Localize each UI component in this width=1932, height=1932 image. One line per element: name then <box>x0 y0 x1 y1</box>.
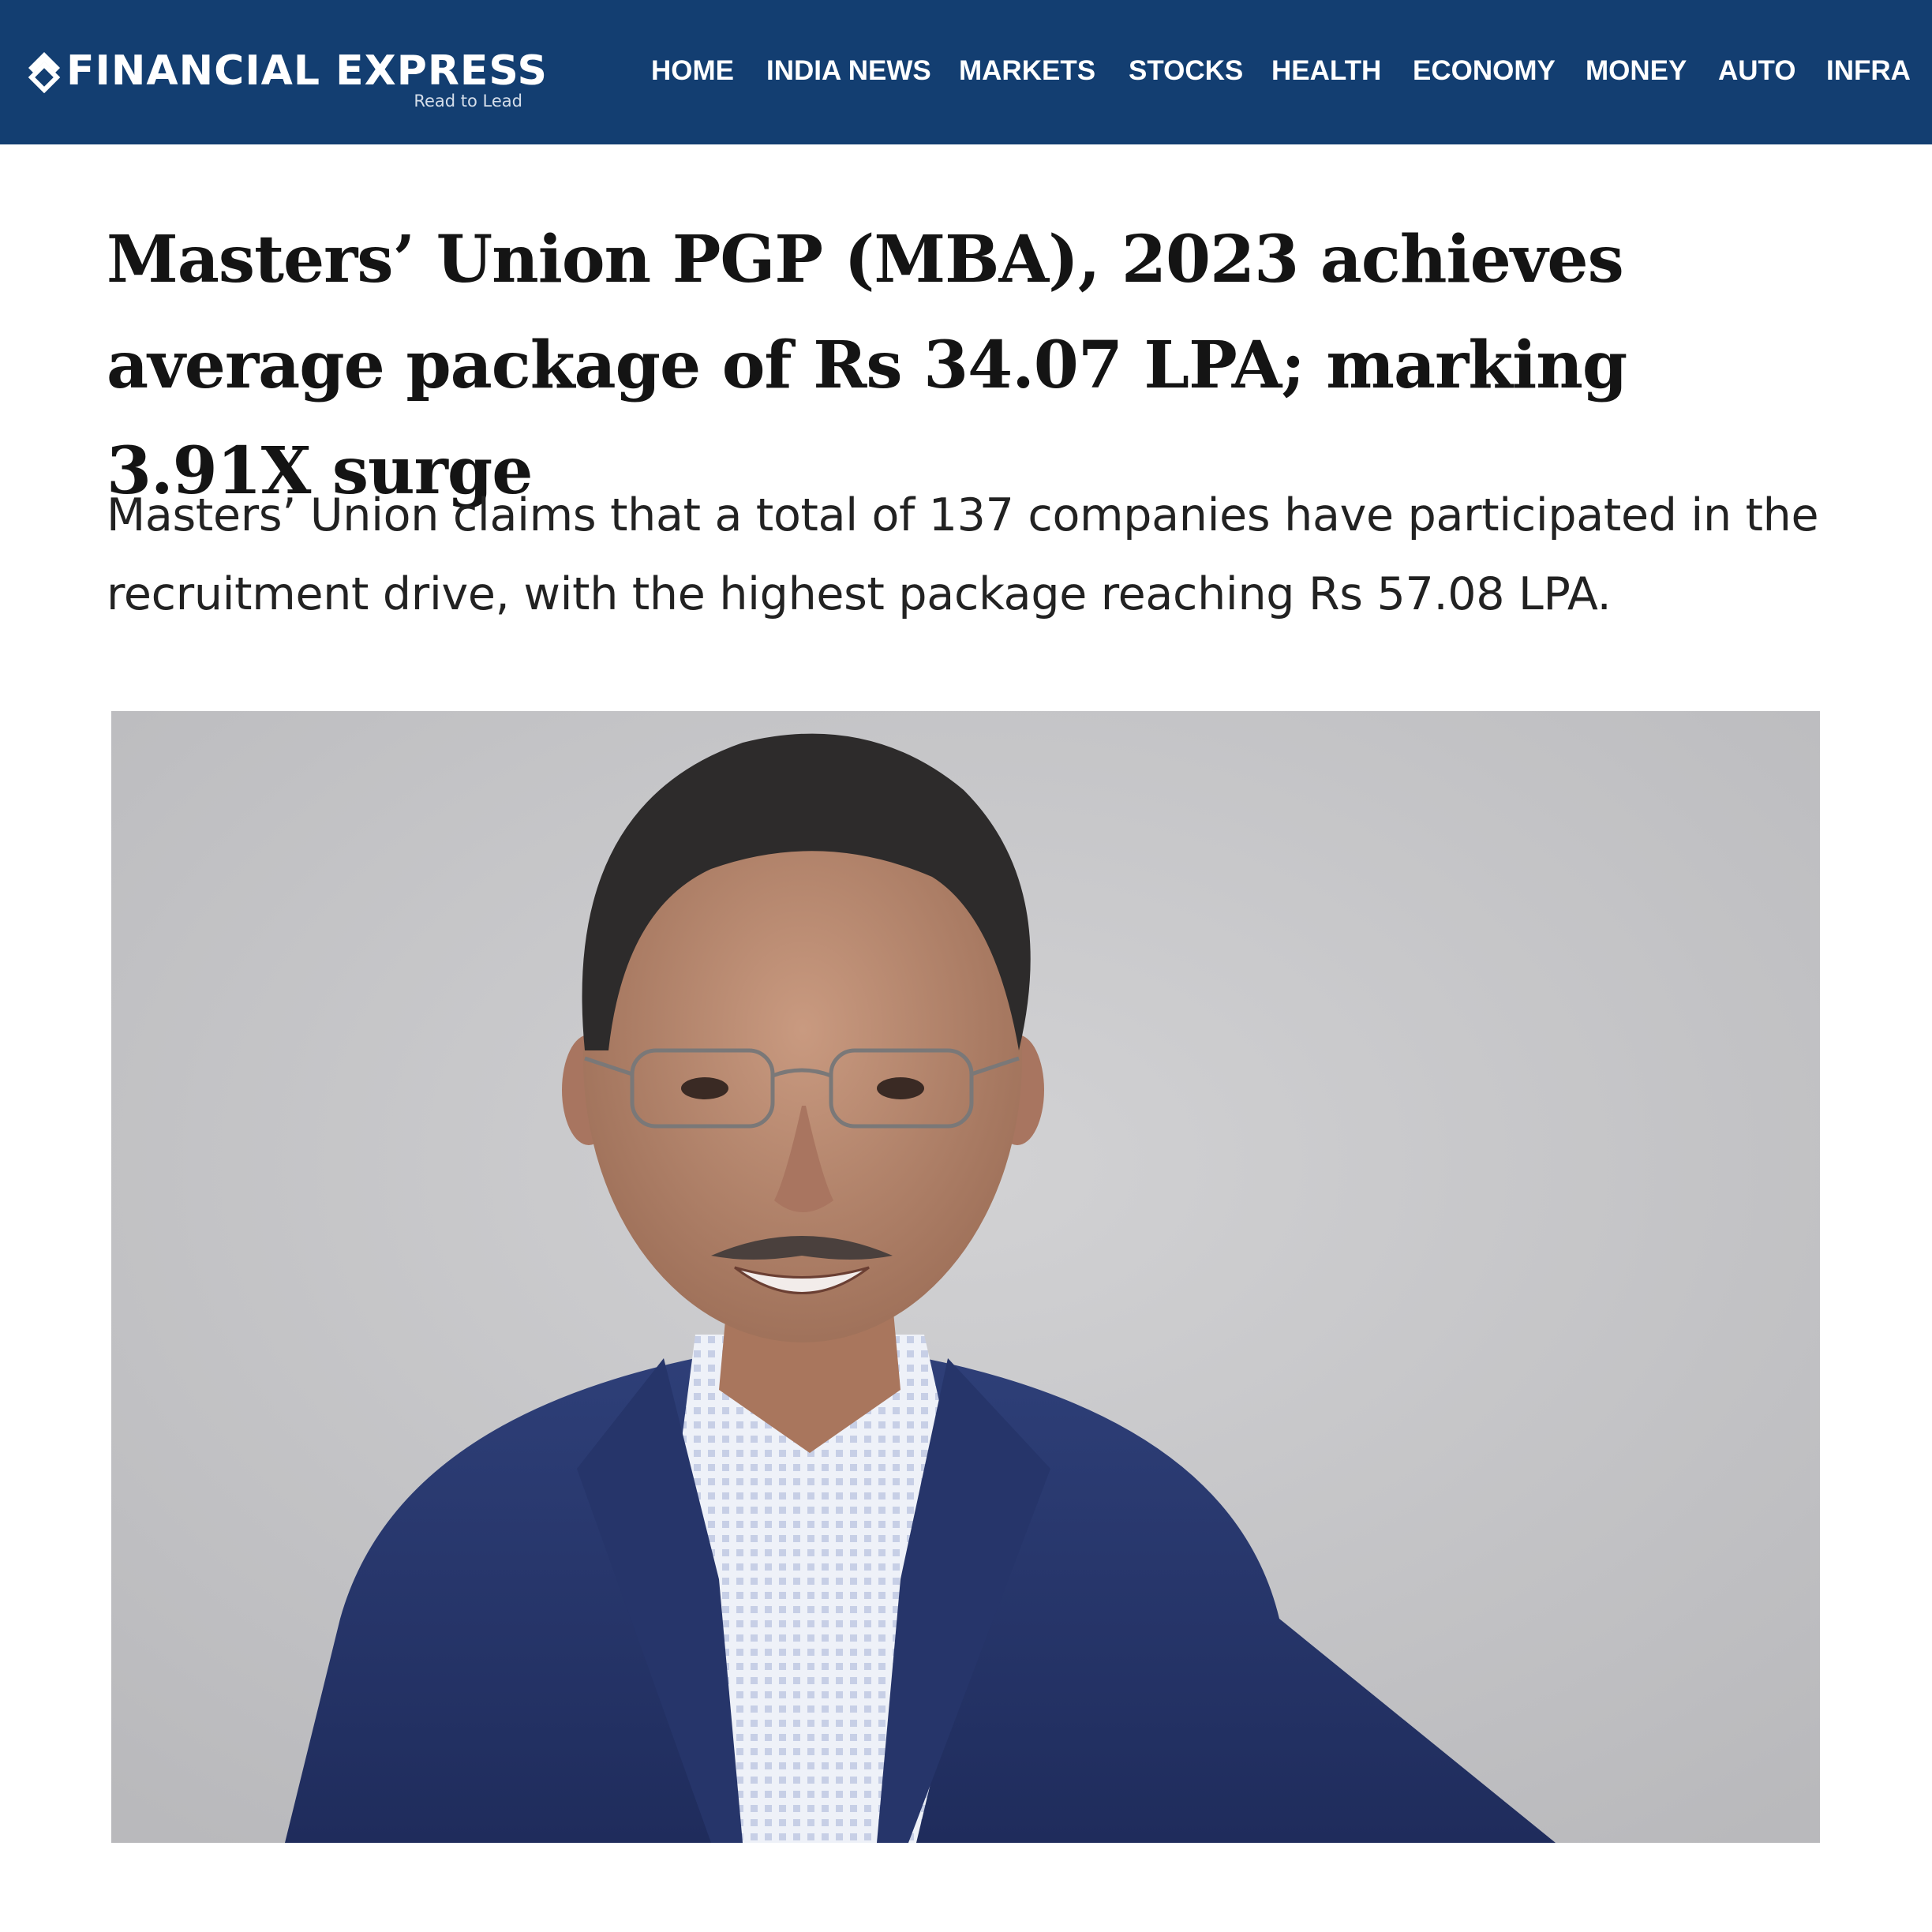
site-header: FINANCIAL EXPRESS Read to Lead HOME INDI… <box>0 0 1932 144</box>
article-standfirst: Masters’ Union claims that a total of 13… <box>107 489 1819 620</box>
main-nav: HOME INDIA NEWS MARKETS STOCKS HEALTH EC… <box>0 54 1932 88</box>
nav-item-health[interactable]: HEALTH <box>1271 54 1381 88</box>
article-hero-image <box>111 711 1820 1843</box>
nav-item-stocks[interactable]: STOCKS <box>1129 54 1243 88</box>
nav-item-economy[interactable]: ECONOMY <box>1413 54 1556 88</box>
portrait-illustration <box>111 711 1820 1843</box>
nav-item-infra[interactable]: INFRA <box>1826 54 1911 88</box>
nav-item-money[interactable]: MONEY <box>1586 54 1687 88</box>
nav-item-india-news[interactable]: INDIA NEWS <box>766 54 931 88</box>
nav-item-home[interactable]: HOME <box>651 54 734 88</box>
nav-item-auto[interactable]: AUTO <box>1718 54 1796 88</box>
site-tagline: Read to Lead <box>414 92 522 110</box>
nav-item-markets[interactable]: MARKETS <box>959 54 1095 88</box>
